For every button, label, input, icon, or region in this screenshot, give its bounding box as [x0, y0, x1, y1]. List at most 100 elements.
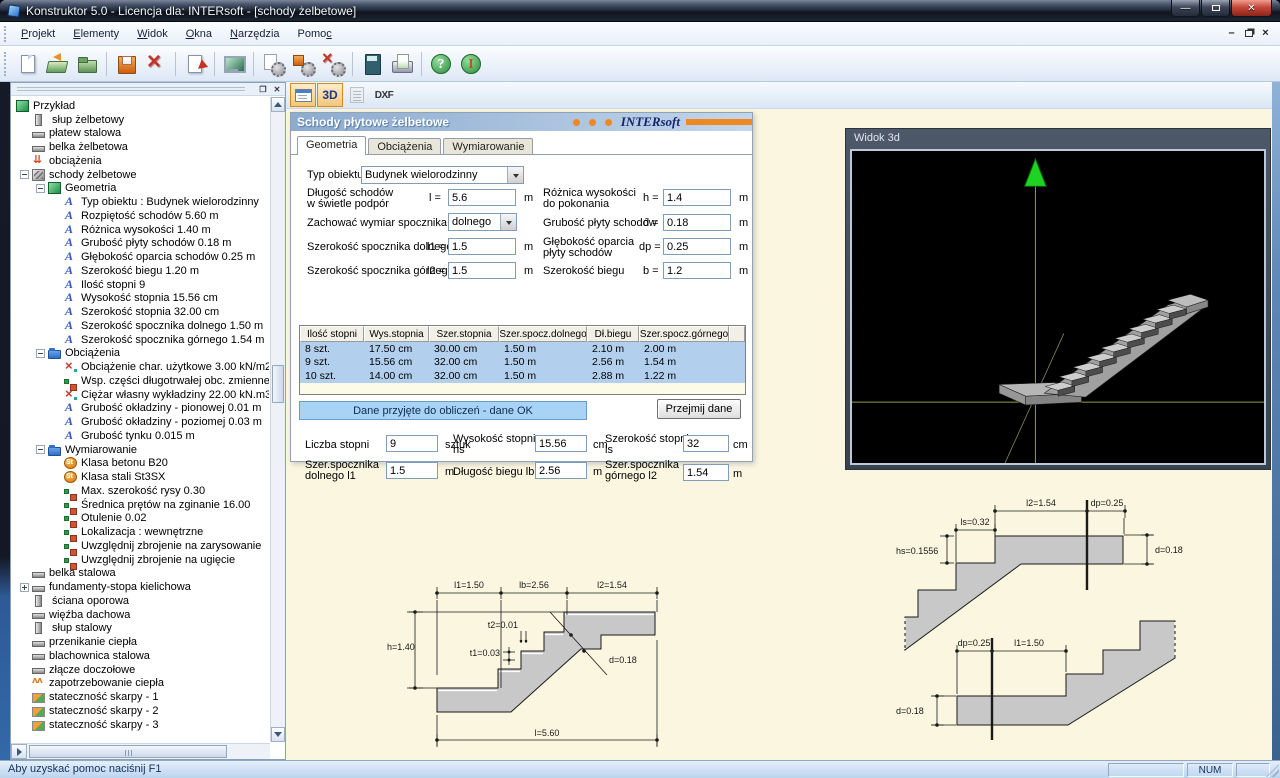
tree-item[interactable]: blachownica stalowa: [12, 649, 269, 663]
tab-wymiarowanie[interactable]: Wymiarowanie: [443, 138, 533, 155]
step-height-input[interactable]: [535, 435, 587, 452]
tree-item[interactable]: Średnica prętów na zginanie 16.00: [12, 498, 269, 512]
upper-landing-input[interactable]: [448, 262, 516, 279]
tab-geometria[interactable]: Geometria: [297, 136, 366, 155]
tree-item[interactable]: Max. szerokość rysy 0.30: [12, 484, 269, 498]
delete-element-button[interactable]: [142, 50, 170, 78]
result-lower-input[interactable]: [386, 462, 438, 479]
collapse-icon[interactable]: [20, 170, 29, 179]
view-3d-viewport[interactable]: [850, 149, 1266, 465]
scroll-right-button[interactable]: [11, 744, 27, 759]
tree-item[interactable]: słup stalowy: [12, 622, 269, 636]
close-button[interactable]: ✕: [1231, 0, 1272, 17]
menu-projekt[interactable]: Projekt: [12, 25, 64, 43]
toolbar-grip[interactable]: [4, 52, 7, 76]
tree-item[interactable]: Klasa betonu B20: [12, 457, 269, 471]
calc-settings-button[interactable]: [259, 50, 287, 78]
new-document-button[interactable]: [13, 50, 41, 78]
tree-item[interactable]: Wsp. części długotrwałej obc. zmiennego …: [12, 374, 269, 388]
tree-item[interactable]: stateczność skarpy - 2: [12, 704, 269, 718]
tree-item[interactable]: stateczność skarpy - 1: [12, 690, 269, 704]
length-input[interactable]: [448, 189, 516, 206]
mdi-restore-button[interactable]: [1240, 25, 1257, 40]
collapse-icon[interactable]: [36, 349, 45, 358]
tree-item[interactable]: obciążenia: [12, 154, 269, 168]
print-button[interactable]: [388, 50, 416, 78]
tree-item[interactable]: Uwzględnij zbrojenie na zarysowanie: [12, 539, 269, 553]
scroll-down-button[interactable]: [271, 727, 285, 742]
tree-item[interactable]: belka stalowa: [12, 567, 269, 581]
expand-icon[interactable]: [20, 583, 29, 592]
column-header[interactable]: Ilość stopni: [300, 326, 364, 342]
project-folder-button[interactable]: [73, 50, 101, 78]
tree-item[interactable]: Grubość płyty schodów 0.18 m: [12, 237, 269, 251]
tree-panel-pin-button[interactable]: ❐: [257, 84, 269, 95]
tree-item[interactable]: belka żelbetowa: [12, 140, 269, 154]
height-input[interactable]: [663, 189, 731, 206]
result-upper-input[interactable]: [683, 464, 729, 481]
tree-item[interactable]: Różnica wysokości 1.40 m: [12, 223, 269, 237]
tree-panel-grip[interactable]: ❐ ✕: [11, 83, 285, 96]
flight-length-input[interactable]: [535, 462, 587, 479]
tree-item[interactable]: Otulenie 0.02: [12, 512, 269, 526]
tree-item[interactable]: fundamenty-stopa kielichowa: [12, 580, 269, 594]
step-width-input[interactable]: [683, 435, 729, 452]
step-count-input[interactable]: [386, 435, 438, 452]
tree-item[interactable]: Wymiarowanie: [12, 443, 269, 457]
table-row[interactable]: 8 szt.17.50 cm30.00 cm1.50 m2.10 m2.00 m: [300, 342, 745, 356]
tree-vertical-scrollbar[interactable]: [270, 97, 285, 742]
tree-item[interactable]: stateczność skarpy - 3: [12, 718, 269, 732]
tree-item[interactable]: przenikanie ciepła: [12, 635, 269, 649]
tree-item[interactable]: schody żelbetowe: [12, 168, 269, 182]
menu-okna[interactable]: Okna: [177, 25, 221, 43]
lower-landing-input[interactable]: [448, 238, 516, 255]
menu-grip[interactable]: [4, 26, 7, 42]
tree-item[interactable]: Geometria: [12, 182, 269, 196]
export-dxf-button[interactable]: DXF: [371, 83, 397, 107]
tree-item[interactable]: złącze doczołowe: [12, 663, 269, 677]
tree-item[interactable]: Klasa stali St3SX: [12, 470, 269, 484]
save-project-button[interactable]: [112, 50, 140, 78]
tree-item[interactable]: Głębokość oparcia schodów 0.25 m: [12, 250, 269, 264]
tree-item[interactable]: Uwzględnij zbrojenie na ugięcie: [12, 553, 269, 567]
about-button[interactable]: [457, 50, 485, 78]
object-type-select[interactable]: Budynek wielorodzinny: [361, 166, 524, 184]
screen-preview-button[interactable]: [220, 50, 248, 78]
menu-widok[interactable]: Widok: [128, 25, 177, 43]
table-row[interactable]: 9 szt.15.56 cm32.00 cm1.50 m2.56 m1.54 m: [300, 356, 745, 370]
tree-item[interactable]: ściana oporowa: [12, 594, 269, 608]
tab-obciazenia[interactable]: Obciążenia: [368, 138, 441, 155]
tree-item[interactable]: Obciążenie char. użytkowe 3.00 kN/m2: [12, 360, 269, 374]
chevron-down-icon[interactable]: [507, 167, 523, 183]
step-variants-table[interactable]: Ilość stopniWys.stopniaSzer.stopniaSzer.…: [299, 325, 746, 395]
mdi-close-button[interactable]: ×: [1257, 25, 1274, 40]
tree-item[interactable]: Lokalizacja : wewnętrzne: [12, 525, 269, 539]
slab-thickness-input[interactable]: [663, 214, 731, 231]
tree-item[interactable]: Szerokość spocznika dolnego 1.50 m: [12, 319, 269, 333]
tree-item[interactable]: więźba dachowa: [12, 608, 269, 622]
tree-item[interactable]: Szerokość biegu 1.20 m: [12, 264, 269, 278]
column-header[interactable]: Szer.stopnia: [429, 326, 499, 342]
flight-width-input[interactable]: [663, 262, 731, 279]
tree-item[interactable]: Szerokość spocznika górnego 1.54 m: [12, 333, 269, 347]
tree-item[interactable]: Ilość stopni 9: [12, 278, 269, 292]
save-calc-button[interactable]: [289, 50, 317, 78]
tree-panel-close-button[interactable]: ✕: [271, 84, 283, 95]
title-bar[interactable]: Konstruktor 5.0 - Licencja dla: INTERsof…: [0, 0, 1280, 22]
collapse-icon[interactable]: [36, 445, 45, 454]
tree-item[interactable]: zapotrzebowanie ciepła: [12, 677, 269, 691]
open-project-button[interactable]: [43, 50, 71, 78]
view-form-button[interactable]: [290, 83, 316, 107]
tree-item[interactable]: Typ obiektu : Budynek wielorodzinny: [12, 195, 269, 209]
bearing-input[interactable]: [663, 238, 731, 255]
horizontal-scroll-thumb[interactable]: [29, 745, 227, 758]
keep-landing-select[interactable]: dolnego: [448, 213, 517, 231]
report-export-button[interactable]: [181, 50, 209, 78]
view-3d-button[interactable]: 3D: [317, 83, 343, 107]
minimize-button[interactable]: —: [1171, 0, 1200, 17]
tree-item[interactable]: Przykład: [12, 99, 269, 113]
dialog-title-bar[interactable]: Schody płytowe żelbetowe INTERsoft: [291, 113, 752, 131]
tree-item[interactable]: słup żelbetowy: [12, 113, 269, 127]
chevron-down-icon[interactable]: [500, 214, 516, 230]
help-button[interactable]: [427, 50, 455, 78]
